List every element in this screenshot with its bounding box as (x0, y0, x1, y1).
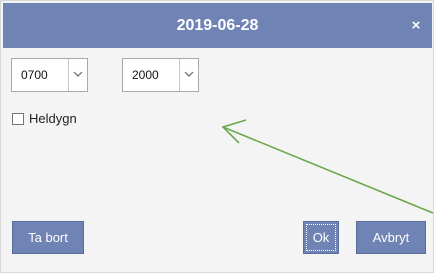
close-icon[interactable]: × (406, 3, 426, 48)
all-day-checkbox[interactable] (12, 113, 24, 125)
end-time-value: 2000 (132, 68, 159, 82)
delete-button[interactable]: Ta bort (12, 221, 84, 254)
date-dialog: 2019-06-28 × 0700 2000 Heldygn Ta bort O… (0, 0, 434, 273)
cancel-button[interactable]: Avbryt (356, 221, 426, 254)
dialog-title: 2019-06-28 (176, 17, 259, 34)
dialog-titlebar: 2019-06-28 × (3, 3, 432, 48)
start-time-select[interactable]: 0700 (11, 58, 88, 92)
end-time-select[interactable]: 2000 (122, 58, 199, 92)
start-time-value: 0700 (21, 68, 48, 82)
ok-button[interactable]: Ok (303, 221, 339, 254)
chevron-down-icon[interactable] (68, 59, 87, 91)
chevron-down-icon[interactable] (179, 59, 198, 91)
all-day-label[interactable]: Heldygn (29, 109, 77, 129)
